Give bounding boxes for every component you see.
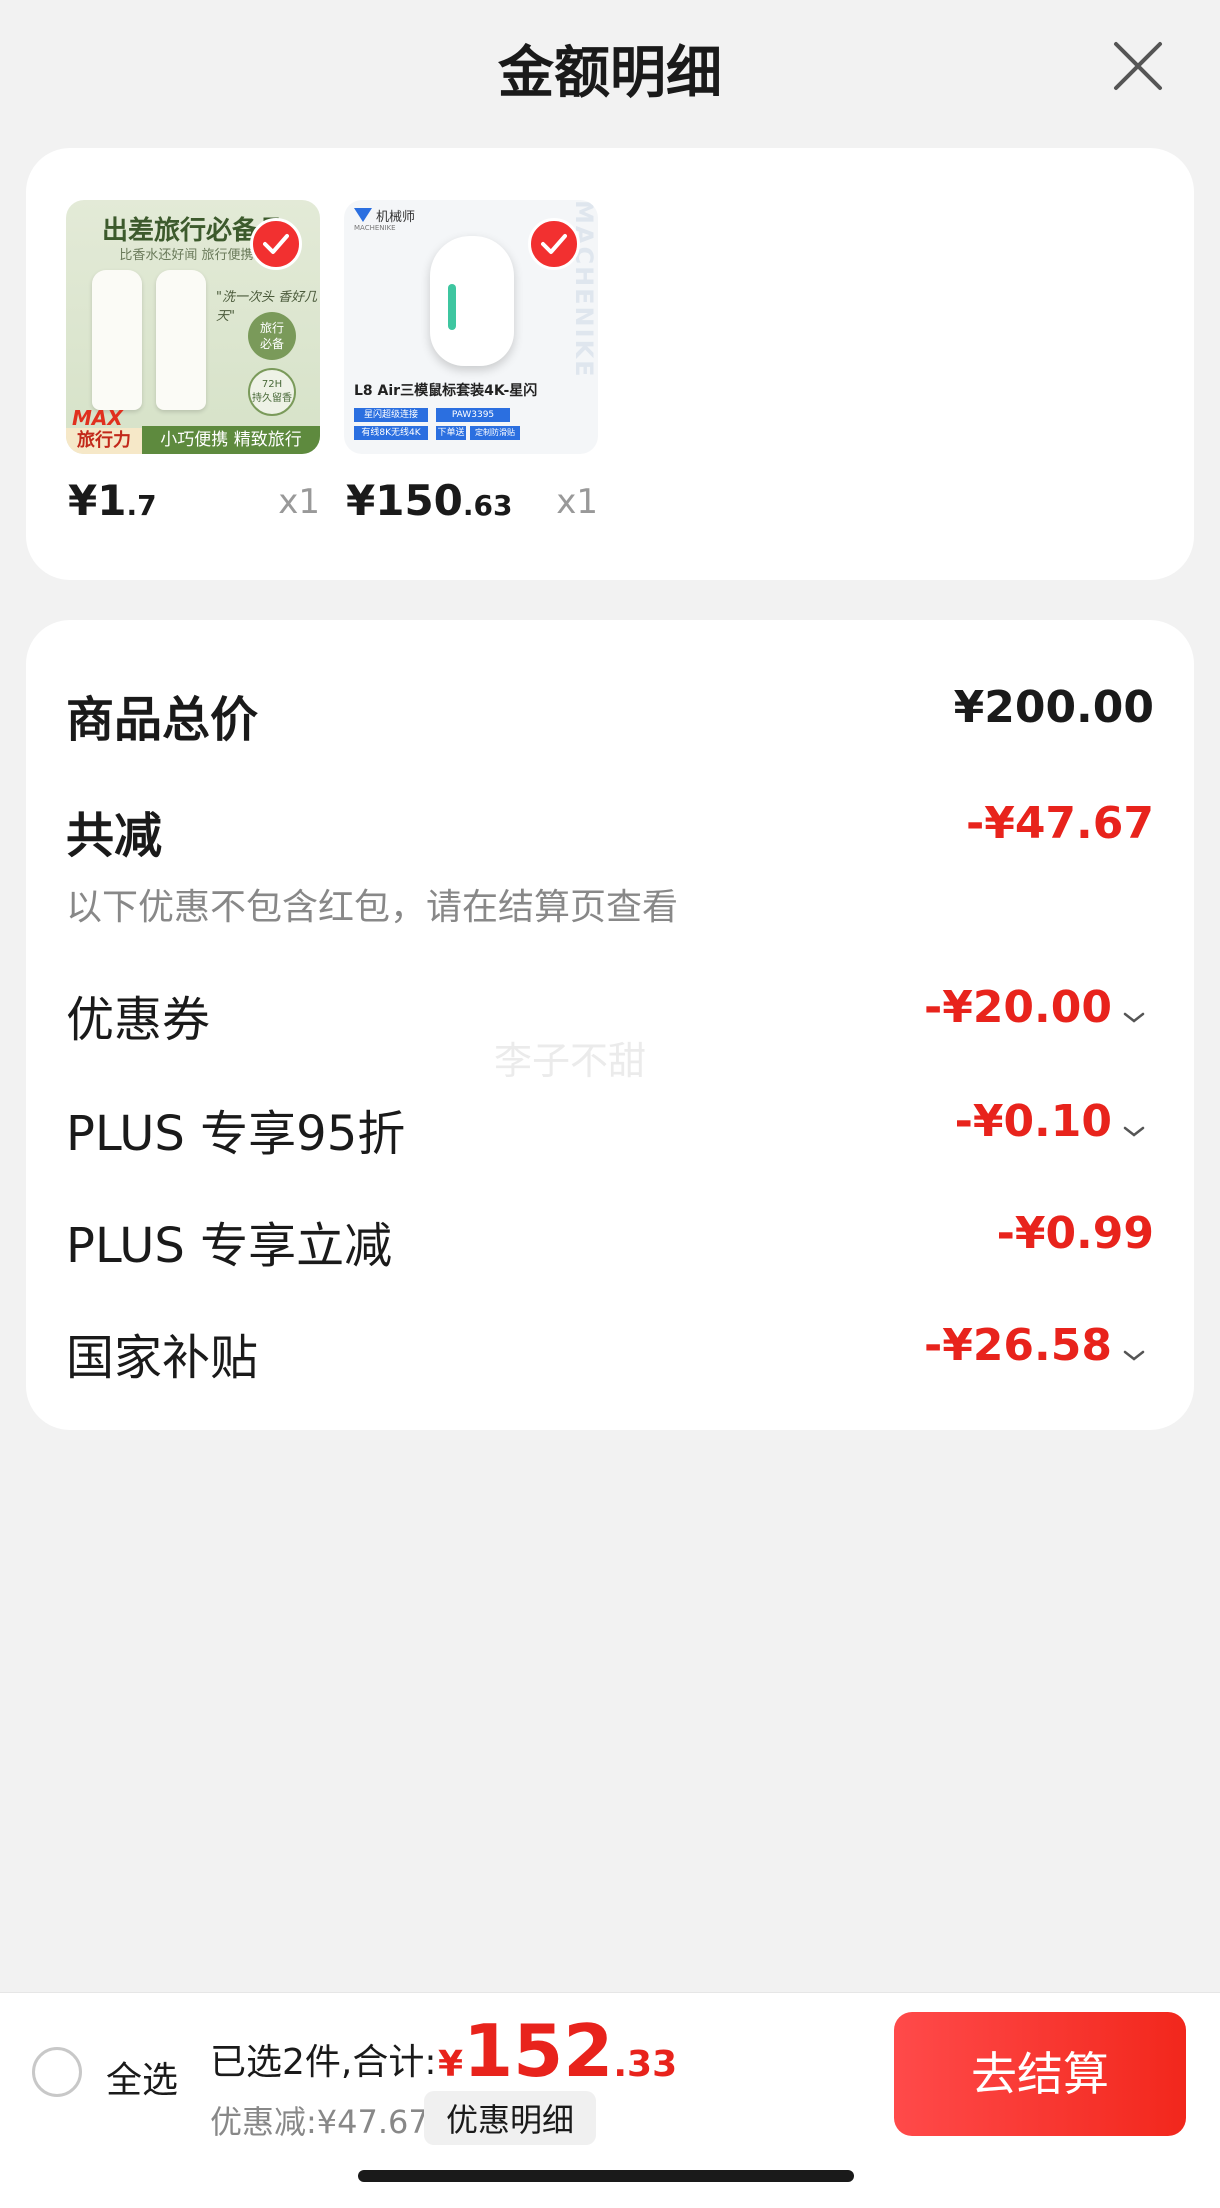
plus-discount-value: -¥0.10 <box>955 1096 1146 1150</box>
product-item[interactable]: 机械师 MACHENIKE L8 Air三模鼠标套装4K-星闪 星闪超级连接 P… <box>344 200 598 536</box>
total-amount: ¥152.33 <box>438 2009 678 2093</box>
product-image-strip: 小巧便携 精致旅行 <box>142 426 320 454</box>
home-indicator[interactable] <box>358 2170 854 2182</box>
checked-icon[interactable] <box>528 218 580 270</box>
discount-detail-button[interactable]: 优惠明细 <box>424 2091 597 2145</box>
product-card: 出差旅行必备品 比香水还好闻 旅行便携装 "洗一次头 香好几天" 旅行 必备 7… <box>26 148 1194 580</box>
product-image-tag: 星闪超级连接 <box>354 408 428 422</box>
close-icon[interactable] <box>1110 38 1166 94</box>
reduce-row: 共减 -¥47.67 <box>66 796 1154 866</box>
brand-logo-icon <box>354 208 372 222</box>
bottle-shape <box>92 270 142 410</box>
product-image-tag: 下单送 <box>436 426 466 440</box>
plus-discount-row[interactable]: PLUS 专享95折 -¥0.10 <box>66 1092 1154 1162</box>
subsidy-label: 国家补贴 <box>66 1330 259 1386</box>
product-item[interactable]: 出差旅行必备品 比香水还好闻 旅行便携装 "洗一次头 香好几天" 旅行 必备 7… <box>66 200 320 536</box>
product-image-badge: 旅行 必备 <box>248 312 296 360</box>
product-image-max: MAX <box>72 406 123 430</box>
product-image-badge: 72H 持久留香 <box>248 368 296 416</box>
product-image-tag: PAW3395 <box>436 408 510 422</box>
subsidy-value: -¥26.58 <box>924 1320 1146 1374</box>
reduce-value: -¥47.67 <box>965 798 1154 849</box>
product-image-tag: 定制防滑贴 <box>470 426 520 440</box>
product-price-row: ¥1.7 x1 <box>66 476 320 536</box>
chevron-down-icon[interactable] <box>1122 985 1146 1036</box>
selected-count-text: 已选2件,合计: <box>210 2042 437 2083</box>
total-price-value: ¥200.00 <box>953 682 1154 733</box>
select-all-radio[interactable] <box>32 2047 82 2097</box>
plus-reduce-value: -¥0.99 <box>996 1208 1154 1259</box>
product-quantity: x1 <box>278 482 320 522</box>
total-price-label: 商品总价 <box>66 692 259 748</box>
plus-reduce-label: PLUS 专享立减 <box>66 1218 393 1274</box>
product-image-brand-en: MACHENIKE <box>354 224 396 232</box>
mouse-shape <box>430 236 514 366</box>
chevron-down-icon[interactable] <box>1122 1323 1146 1374</box>
product-image-brand: 机械师 <box>376 210 416 225</box>
bottle-shape <box>156 270 206 410</box>
discount-amount: 优惠减:¥47.67 <box>210 2103 429 2141</box>
product-price: ¥150.63 <box>346 476 513 525</box>
header: 金额明细 <box>0 0 1220 140</box>
watermark: 李子不甜 <box>494 1039 647 1083</box>
page-title: 金额明细 <box>498 41 722 106</box>
product-quantity: x1 <box>556 482 598 522</box>
chevron-down-icon[interactable] <box>1122 1099 1146 1150</box>
discount-note: 以下优惠不包含红包，请在结算页查看 <box>66 887 679 928</box>
select-all-label[interactable]: 全选 <box>106 2051 178 2103</box>
product-image-tag: 有线8K无线4K <box>354 426 428 440</box>
summary-card: 商品总价 ¥200.00 共减 -¥47.67 以下优惠不包含红包，请在结算页查… <box>26 620 1194 1430</box>
mouse-accent <box>448 284 456 330</box>
product-image: 出差旅行必备品 比香水还好闻 旅行便携装 "洗一次头 香好几天" 旅行 必备 7… <box>66 200 320 454</box>
product-price-row: ¥150.63 x1 <box>344 476 598 536</box>
reduce-label: 共减 <box>66 808 163 864</box>
coupon-label: 优惠券 <box>66 992 211 1048</box>
plus-discount-label: PLUS 专享95折 <box>66 1106 406 1162</box>
product-price: ¥1.7 <box>68 476 157 525</box>
checkout-button[interactable]: 去结算 <box>894 2012 1186 2136</box>
total-price-row: 商品总价 ¥200.00 <box>66 676 1154 748</box>
checked-icon[interactable] <box>250 218 302 270</box>
subsidy-row[interactable]: 国家补贴 -¥26.58 <box>66 1316 1154 1386</box>
product-image-max-sub: 旅行力 <box>66 428 142 454</box>
coupon-value: -¥20.00 <box>924 982 1146 1036</box>
product-image-model: L8 Air三模鼠标套装4K-星闪 <box>354 383 538 399</box>
plus-reduce-row: PLUS 专享立减 -¥0.99 <box>66 1204 1154 1274</box>
product-image: 机械师 MACHENIKE L8 Air三模鼠标套装4K-星闪 星闪超级连接 P… <box>344 200 598 454</box>
